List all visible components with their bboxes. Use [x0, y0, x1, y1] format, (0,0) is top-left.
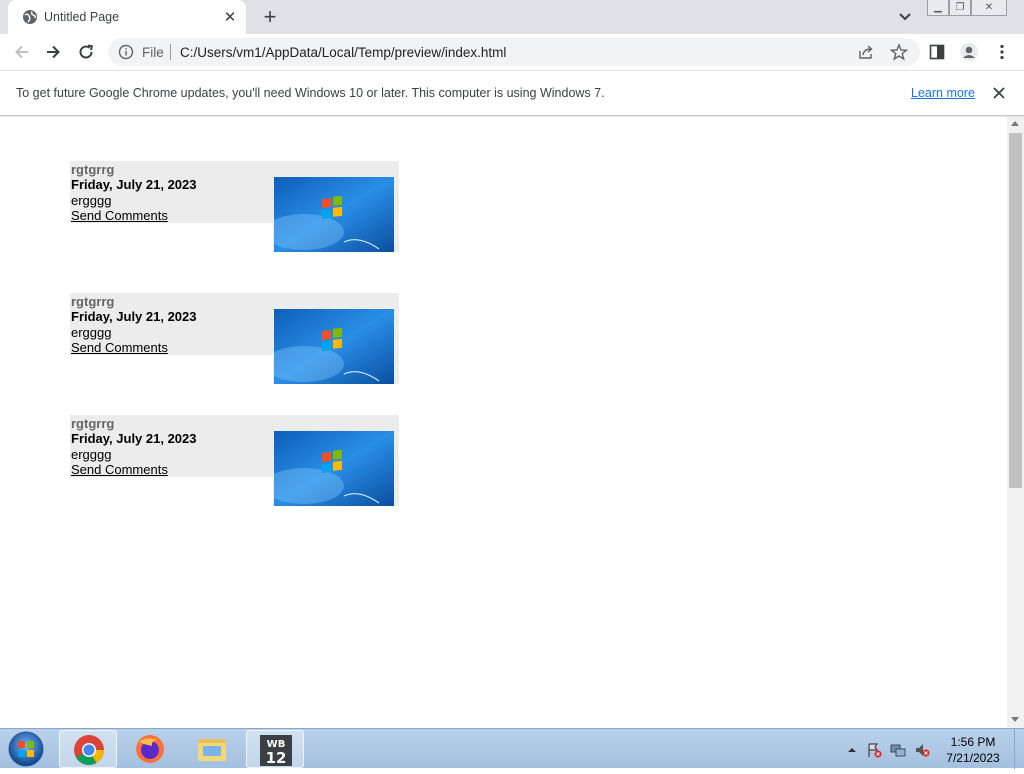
- reload-button[interactable]: [76, 42, 96, 62]
- address-separator: [170, 44, 171, 60]
- send-comments-link[interactable]: Send Comments: [71, 462, 168, 477]
- browser-toolbar: File C:/Users/vm1/AppData/Local/Temp/pre…: [0, 34, 1024, 71]
- forward-button[interactable]: [43, 42, 63, 62]
- new-tab-button[interactable]: +: [258, 6, 282, 30]
- entry-body: ergggg: [71, 193, 112, 208]
- comment-entry: rgtgrrg Friday, July 21, 2023 ergggg Sen…: [70, 415, 399, 506]
- kebab-menu-icon: [1000, 44, 1004, 60]
- tab-title: Untitled Page: [44, 10, 120, 24]
- system-clock[interactable]: 1:56 PM 7/21/2023: [936, 734, 1010, 766]
- windows-wallpaper-thumbnail: [274, 177, 394, 252]
- entry-title: rgtgrrg: [71, 416, 115, 431]
- infobar-close-icon[interactable]: [990, 84, 1008, 102]
- vertical-scrollbar[interactable]: [1007, 117, 1024, 728]
- chrome-menu-button[interactable]: [992, 42, 1012, 62]
- windows-wallpaper-thumbnail: [274, 431, 394, 506]
- firefox-icon: [136, 735, 164, 763]
- window-controls: ▁ ❐ ✕: [927, 0, 1007, 18]
- show-desktop-button[interactable]: [1014, 729, 1024, 769]
- side-panel-button[interactable]: [927, 42, 947, 62]
- forward-arrow-icon: [47, 45, 60, 59]
- share-icon[interactable]: [858, 44, 874, 60]
- clock-date: 7/21/2023: [946, 751, 1000, 765]
- network-icon[interactable]: [890, 742, 906, 758]
- taskbar-chrome-button[interactable]: [59, 730, 117, 768]
- address-bar[interactable]: File C:/Users/vm1/AppData/Local/Temp/pre…: [108, 38, 920, 66]
- send-comments-link[interactable]: Send Comments: [71, 208, 168, 223]
- tab-search-chevron-icon[interactable]: [896, 9, 914, 25]
- entry-date: Friday, July 21, 2023: [71, 309, 197, 324]
- back-button[interactable]: [12, 42, 32, 62]
- comment-entry: rgtgrrg Friday, July 21, 2023 ergggg Sen…: [70, 161, 399, 252]
- profile-button[interactable]: [959, 42, 979, 62]
- windows-wallpaper-thumbnail: [274, 309, 394, 384]
- tab-strip: Untitled Page ✕ + ▁ ❐ ✕: [0, 0, 1024, 34]
- send-comments-link[interactable]: Send Comments: [71, 340, 168, 355]
- svg-text:12: 12: [266, 749, 287, 767]
- scroll-up-arrow-icon[interactable]: [1011, 121, 1019, 126]
- update-infobar: To get future Google Chrome updates, you…: [0, 71, 1024, 116]
- show-hidden-icons-icon[interactable]: [844, 742, 860, 758]
- tab-close-icon[interactable]: ✕: [222, 9, 238, 26]
- address-url[interactable]: C:/Users/vm1/AppData/Local/Temp/preview/…: [180, 45, 506, 60]
- comment-entry: rgtgrrg Friday, July 21, 2023 ergggg Sen…: [70, 293, 399, 384]
- infobar-message: To get future Google Chrome updates, you…: [16, 86, 605, 100]
- taskbar-firefox-button[interactable]: [121, 730, 179, 768]
- entry-body: ergggg: [71, 325, 112, 340]
- entry-title: rgtgrrg: [71, 162, 115, 177]
- taskbar-wb12-button[interactable]: WB 12: [246, 730, 304, 768]
- globe-icon: [23, 10, 37, 24]
- learn-more-link[interactable]: Learn more: [911, 86, 975, 100]
- entry-body: ergggg: [71, 447, 112, 462]
- taskbar-explorer-button[interactable]: [183, 730, 241, 768]
- bookmark-star-icon[interactable]: [890, 43, 908, 61]
- scrollbar-thumb[interactable]: [1009, 133, 1022, 488]
- file-explorer-icon: [198, 739, 226, 761]
- back-arrow-icon: [15, 45, 28, 59]
- entry-title: rgtgrrg: [71, 294, 115, 309]
- profile-avatar-icon: [960, 43, 978, 61]
- info-icon[interactable]: [118, 44, 134, 60]
- scroll-down-arrow-icon[interactable]: [1011, 717, 1019, 722]
- chrome-icon: [74, 735, 104, 766]
- restore-button[interactable]: ❐: [949, 0, 971, 16]
- volume-muted-icon[interactable]: [914, 742, 930, 758]
- wb12-icon: WB 12: [260, 735, 292, 767]
- address-scheme: File: [142, 45, 164, 60]
- action-center-flag-icon[interactable]: [866, 742, 882, 758]
- windows-taskbar: WB 12 1:56 PM 7/21/2023: [0, 728, 1024, 769]
- minimize-button[interactable]: ▁: [927, 0, 949, 16]
- clock-time: 1:56 PM: [950, 735, 996, 749]
- side-panel-icon: [929, 44, 945, 60]
- windows-start-button[interactable]: [6, 730, 46, 768]
- entry-date: Friday, July 21, 2023: [71, 431, 197, 446]
- entry-date: Friday, July 21, 2023: [71, 177, 197, 192]
- window-close-button[interactable]: ✕: [971, 0, 1007, 16]
- browser-tab[interactable]: Untitled Page ✕: [8, 0, 246, 34]
- page-viewport: rgtgrrg Friday, July 21, 2023 ergggg Sen…: [0, 117, 1007, 728]
- reload-icon: [79, 44, 93, 59]
